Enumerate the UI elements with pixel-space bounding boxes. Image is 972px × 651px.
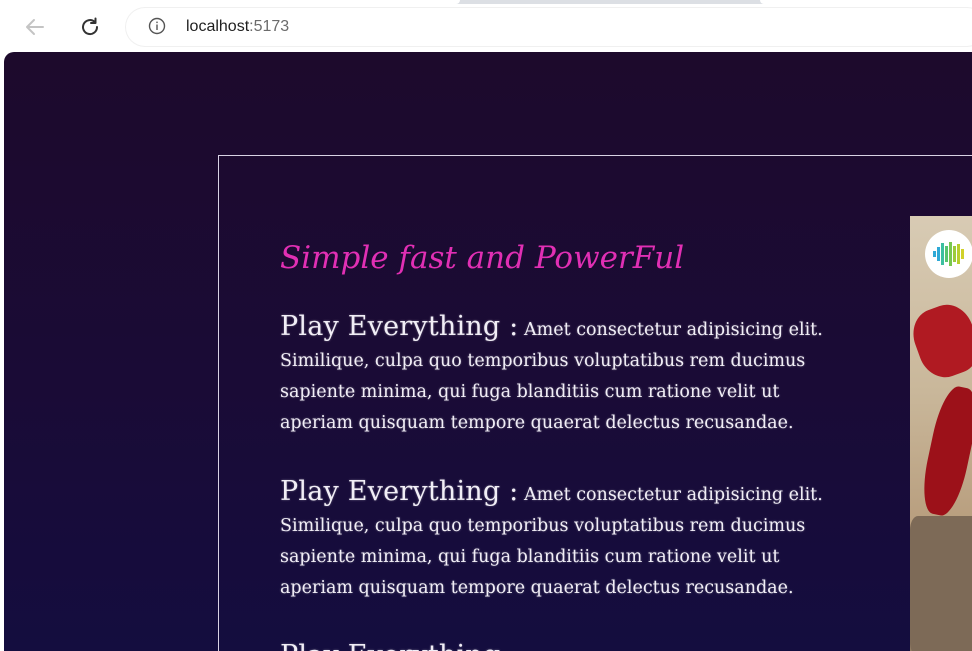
feature-heading: Play Everything : [280,640,518,651]
poster-logo-icon [925,230,972,278]
back-button[interactable] [20,12,50,42]
feature-card: Simple fast and PowerFul Play Everything… [218,155,972,651]
logo-wave-icon [933,242,964,266]
address-bar[interactable]: localhost:5173 [126,8,972,46]
tab-strip [0,0,972,4]
poster-art-red [910,297,972,385]
url-host: localhost [186,18,250,35]
card-title: Simple fast and PowerFul [280,240,685,276]
tab-strip-gap [760,0,972,4]
feature-item: Play Everything : Amet consectetur adipi… [280,311,850,439]
reload-icon [82,17,99,36]
poster-image [910,216,972,651]
arrow-left-icon [26,19,44,35]
browser-toolbar: localhost:5173 [0,0,972,52]
poster-art-red [916,383,972,519]
url-port: :5173 [249,18,290,35]
page-viewport: Simple fast and PowerFul Play Everything… [4,52,972,651]
feature-item: Play Everything : [280,640,850,651]
poster-art-shadow [910,516,972,651]
feature-heading: Play Everything : [280,311,519,342]
active-tab[interactable] [0,0,460,4]
url-text[interactable]: localhost:5173 [186,17,289,37]
feature-heading: Play Everything : [280,476,519,507]
reload-button[interactable] [75,12,105,42]
feature-item: Play Everything : Amet consectetur adipi… [280,476,850,604]
info-icon[interactable] [148,17,166,35]
